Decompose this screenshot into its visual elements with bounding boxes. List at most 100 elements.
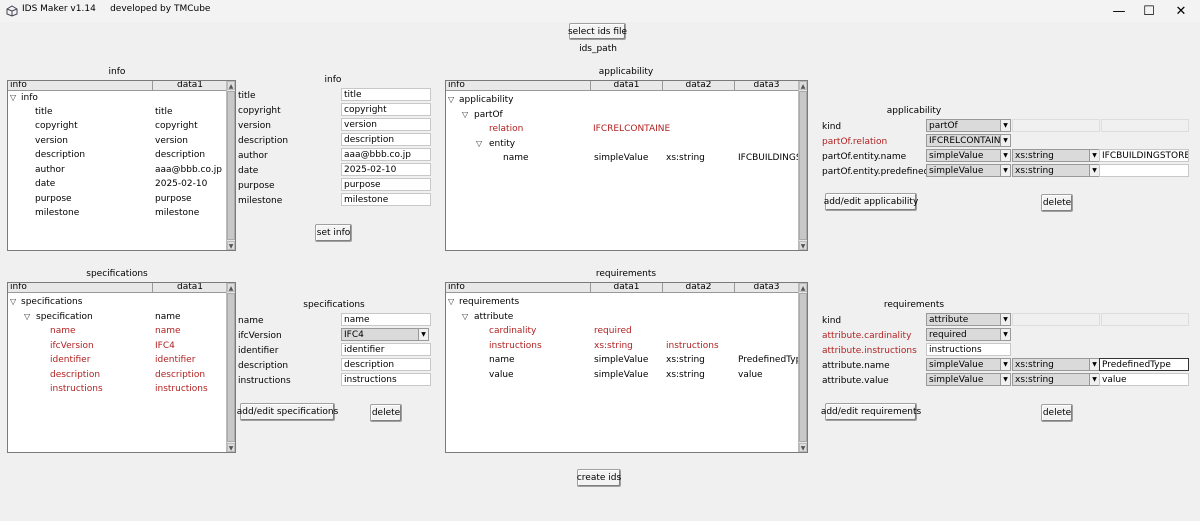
scroll-up-icon[interactable]: ▲ [799, 81, 807, 90]
cardinality-select[interactable]: required ▼ [926, 328, 1011, 341]
tree-node[interactable]: ▽ entity [446, 137, 798, 151]
identifier-field[interactable]: identifier [341, 343, 431, 356]
spec-name-field[interactable]: name [341, 313, 431, 326]
collapse-icon[interactable]: ▽ [10, 295, 16, 309]
delete-requirements-button[interactable]: delete [1041, 404, 1073, 422]
spec-instructions-field[interactable]: instructions [341, 373, 431, 386]
author-field[interactable]: aaa@bbb.co.jp [341, 148, 431, 161]
scroll-thumb[interactable] [799, 293, 807, 442]
list-item[interactable]: author aaa@bbb.co.jp [8, 163, 226, 177]
relation-select[interactable]: IFCRELCONTAINED ▼ [926, 134, 1011, 147]
chevron-down-icon[interactable]: ▼ [1000, 359, 1010, 370]
collapse-icon[interactable]: ▽ [448, 295, 454, 309]
tree-root[interactable]: ▽ specifications [8, 295, 226, 309]
collapse-icon[interactable]: ▽ [476, 137, 482, 151]
kind-select[interactable]: partOf ▼ [926, 119, 1011, 132]
version-field[interactable]: version [341, 118, 431, 131]
chevron-down-icon[interactable]: ▼ [1000, 374, 1010, 385]
entity-ptype-type-select[interactable]: simpleValue ▼ [926, 164, 1011, 177]
vertical-scrollbar[interactable]: ▲ ▼ [798, 283, 807, 452]
collapse-icon[interactable]: ▽ [24, 310, 30, 324]
tree-root[interactable]: ▽ applicability [446, 93, 798, 107]
list-item[interactable]: date 2025-02-10 [8, 177, 226, 191]
chevron-down-icon[interactable]: ▼ [1089, 374, 1099, 385]
collapse-icon[interactable]: ▽ [462, 310, 468, 324]
attr-value-type-select[interactable]: simpleValue ▼ [926, 373, 1011, 386]
tree-root[interactable]: ▽ requirements [446, 295, 798, 309]
scroll-thumb[interactable] [227, 293, 235, 442]
entity-name-base-select[interactable]: xs:string ▼ [1012, 149, 1100, 162]
scroll-down-icon[interactable]: ▼ [227, 241, 235, 250]
maximize-icon[interactable]: ☐ [1132, 0, 1166, 22]
scroll-down-icon[interactable]: ▼ [227, 443, 235, 452]
scroll-thumb[interactable] [227, 91, 235, 240]
spec-description-field[interactable]: description [341, 358, 431, 371]
tree-row[interactable]: name simpleValue xs:string PredefinedType [446, 353, 807, 367]
chevron-down-icon[interactable]: ▼ [1000, 150, 1010, 161]
chevron-down-icon[interactable]: ▼ [1000, 329, 1010, 340]
tree-row[interactable]: instructions xs:string instructions [446, 339, 798, 353]
vertical-scrollbar[interactable]: ▲ ▼ [226, 283, 235, 452]
req-kind-select[interactable]: attribute ▼ [926, 313, 1011, 326]
tree-node[interactable]: ▽ specification name [8, 310, 226, 324]
chevron-down-icon[interactable]: ▼ [1089, 150, 1099, 161]
entity-ptype-base-select[interactable]: xs:string ▼ [1012, 164, 1100, 177]
requirements-tree[interactable]: info data1 data2 data3 ▽ requirements ▽ at… [445, 282, 808, 453]
attr-name-base-select[interactable]: xs:string ▼ [1012, 358, 1100, 371]
scroll-down-icon[interactable]: ▼ [799, 443, 807, 452]
list-item[interactable]: purpose purpose [8, 192, 226, 206]
tree-row[interactable]: relation IFCRELCONTAINE [446, 122, 798, 136]
add-edit-requirements-button[interactable]: add/edit requirements [821, 403, 921, 421]
tree-row[interactable]: cardinality required [446, 324, 798, 338]
chevron-down-icon[interactable]: ▼ [1000, 165, 1010, 176]
collapse-icon[interactable]: ▽ [10, 91, 16, 105]
add-edit-applicability-button[interactable]: add/edit applicability [824, 193, 918, 211]
chevron-down-icon[interactable]: ▼ [1089, 165, 1099, 176]
description-field[interactable]: description [341, 133, 431, 146]
vertical-scrollbar[interactable]: ▲ ▼ [798, 81, 807, 250]
list-item[interactable]: milestone milestone [8, 206, 226, 220]
tree-node[interactable]: ▽ partOf [446, 108, 798, 122]
select-ids-file-button[interactable]: select ids file [568, 23, 627, 40]
info-tree[interactable]: info data1 ▽ info title title copyright cop… [7, 80, 236, 251]
tree-root[interactable]: ▽ info [8, 91, 226, 105]
milestone-field[interactable]: milestone [341, 193, 431, 206]
close-icon[interactable]: ✕ [1164, 0, 1198, 22]
scroll-thumb[interactable] [799, 91, 807, 240]
collapse-icon[interactable]: ▽ [462, 108, 468, 122]
scroll-down-icon[interactable]: ▼ [799, 241, 807, 250]
minimize-icon[interactable]: — [1102, 0, 1136, 22]
delete-specifications-button[interactable]: delete [370, 404, 402, 422]
list-item[interactable]: copyright copyright [8, 119, 226, 133]
set-info-button[interactable]: set info [315, 224, 352, 242]
ifc-version-select[interactable]: IFC4 ▼ [341, 328, 429, 341]
purpose-field[interactable]: purpose [341, 178, 431, 191]
scroll-up-icon[interactable]: ▲ [799, 283, 807, 292]
list-item[interactable]: version version [8, 134, 226, 148]
scroll-up-icon[interactable]: ▲ [227, 81, 235, 90]
scroll-up-icon[interactable]: ▲ [227, 283, 235, 292]
entity-ptype-value-field[interactable] [1099, 164, 1189, 177]
list-item[interactable]: identifier identifier [8, 353, 226, 367]
attr-value-field[interactable]: value [1099, 373, 1189, 386]
entity-name-value-field[interactable]: IFCBUILDINGSTOREY [1099, 149, 1189, 162]
chevron-down-icon[interactable]: ▼ [1089, 359, 1099, 370]
attr-name-value-field[interactable]: PredefinedType [1099, 358, 1189, 371]
list-item[interactable]: title title [8, 105, 226, 119]
chevron-down-icon[interactable]: ▼ [1000, 314, 1010, 325]
chevron-down-icon[interactable]: ▼ [1000, 135, 1010, 146]
tree-node[interactable]: ▽ attribute [446, 310, 798, 324]
copyright-field[interactable]: copyright [341, 103, 431, 116]
list-item[interactable]: description description [8, 368, 226, 382]
attr-value-base-select[interactable]: xs:string ▼ [1012, 373, 1100, 386]
specifications-tree[interactable]: info data1 ▽ specifications ▽ specificatio… [7, 282, 236, 453]
list-item[interactable]: ifcVersion IFC4 [8, 339, 226, 353]
date-field[interactable]: 2025-02-10 [341, 163, 431, 176]
collapse-icon[interactable]: ▽ [448, 93, 454, 107]
delete-applicability-button[interactable]: delete [1041, 194, 1073, 212]
create-ids-button[interactable]: create ids [577, 469, 621, 487]
chevron-down-icon[interactable]: ▼ [1000, 120, 1010, 131]
vertical-scrollbar[interactable]: ▲ ▼ [226, 81, 235, 250]
applicability-tree[interactable]: info data1 data2 data3 ▽ applicability ▽ p… [445, 80, 808, 251]
list-item[interactable]: name name [8, 324, 226, 338]
